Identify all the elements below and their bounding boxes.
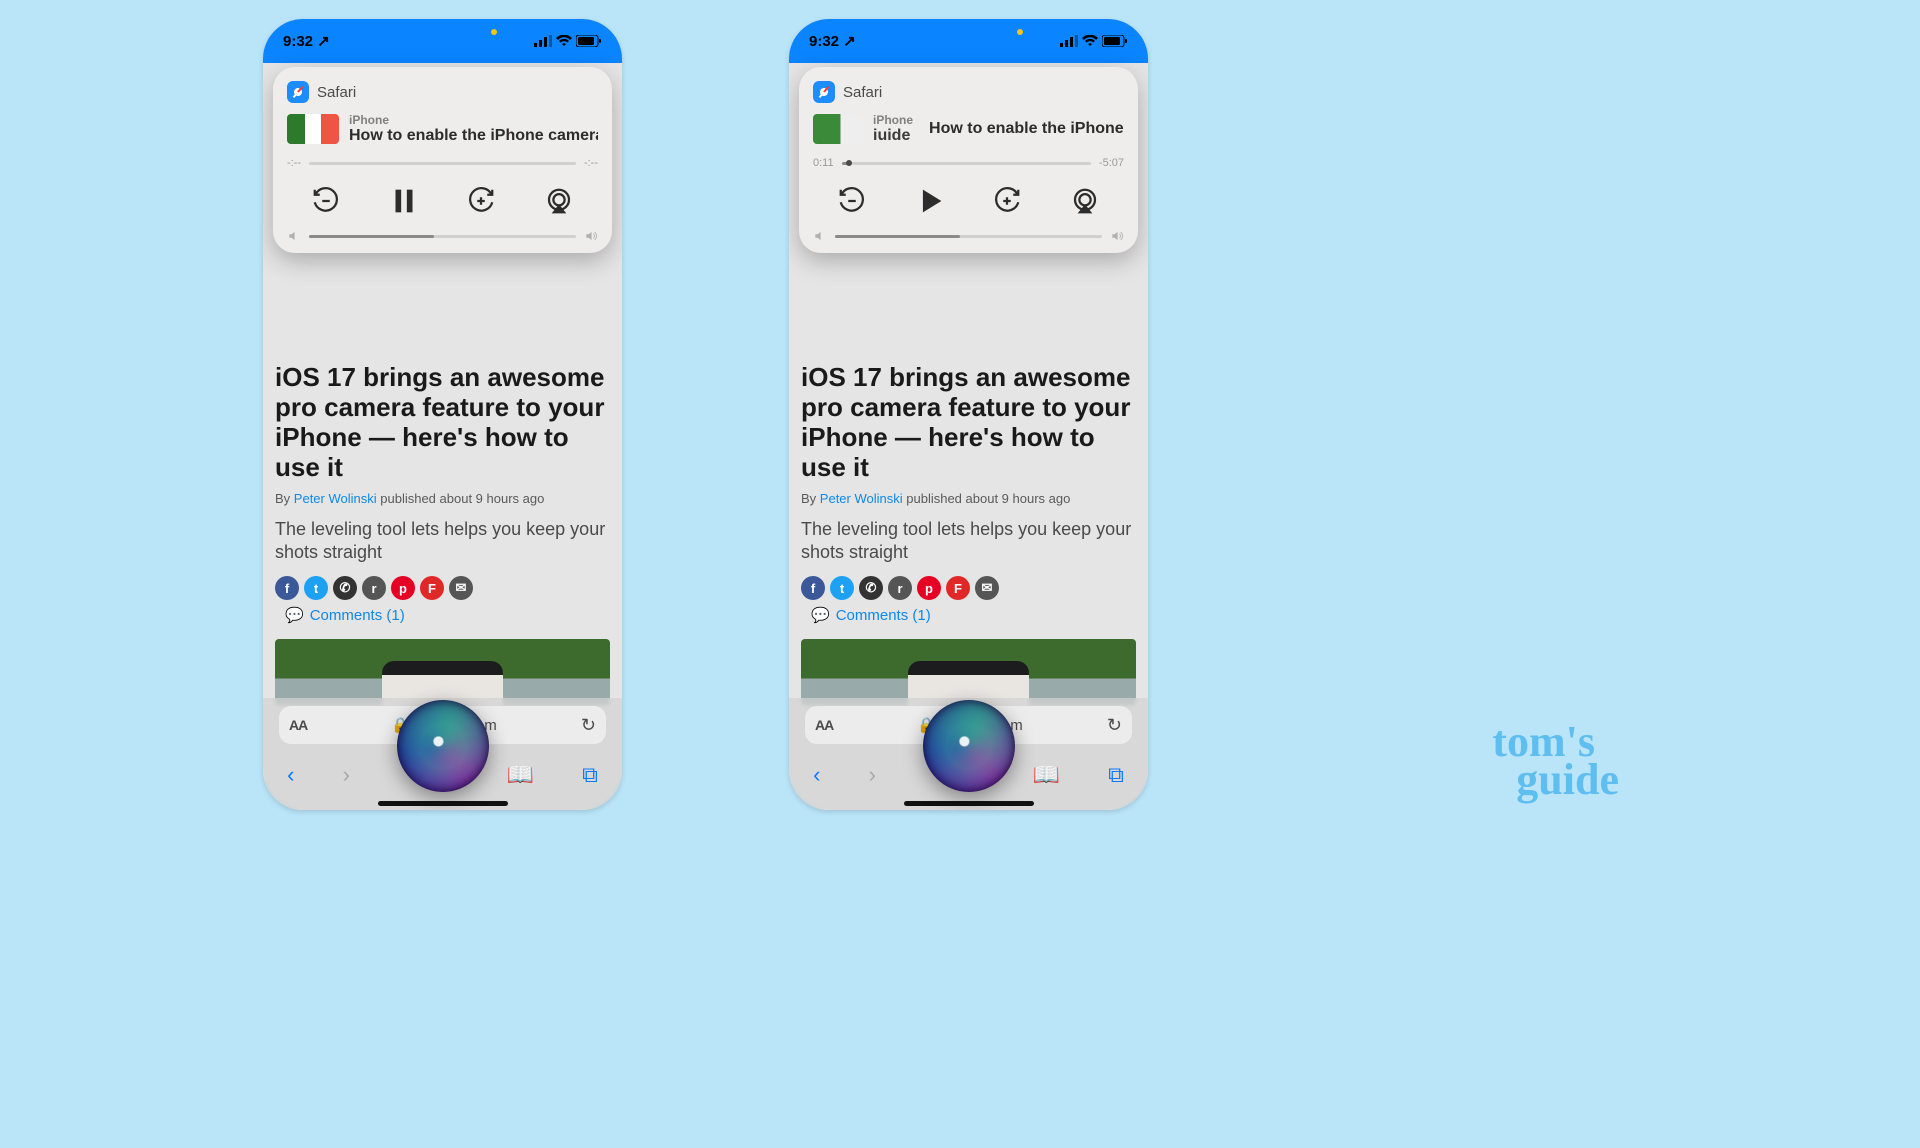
share-whatsapp-icon[interactable]: ✆ [333, 576, 357, 600]
wifi-icon [556, 35, 572, 47]
now-playing-title: How to enable the iPhone c [929, 120, 1124, 138]
nav-forward-button[interactable]: › [343, 762, 350, 788]
nav-back-button[interactable]: ‹ [287, 762, 294, 788]
status-icons [1060, 35, 1128, 47]
nav-back-button[interactable]: ‹ [813, 762, 820, 788]
article-headline: iOS 17 brings an awesome pro camera feat… [275, 363, 610, 483]
comments-link[interactable]: 💬 Comments (1) [811, 606, 931, 624]
speed-up-button[interactable] [989, 183, 1025, 219]
pause-button[interactable] [386, 183, 422, 219]
status-time: 9:32 ↗ [283, 32, 330, 50]
nav-forward-button[interactable]: › [869, 762, 876, 788]
share-email-icon[interactable]: ✉ [975, 576, 999, 600]
now-playing-title: How to enable the iPhone camera le [349, 127, 598, 145]
status-bar: 9:32 ↗ [789, 19, 1148, 63]
now-playing-site: iPhone [873, 113, 913, 127]
cellular-icon [1060, 35, 1078, 47]
scrubber[interactable]: 0:11 -5:07 [813, 157, 1124, 169]
wifi-icon [1082, 35, 1098, 47]
siri-orb-icon[interactable] [923, 700, 1015, 792]
play-button[interactable] [912, 183, 948, 219]
speed-down-button[interactable] [308, 183, 344, 219]
author-link[interactable]: Peter Wolinski [820, 491, 903, 506]
scrub-current: 0:11 [813, 157, 834, 169]
battery-icon [1102, 35, 1128, 47]
article-byline: By Peter Wolinski published about 9 hour… [275, 491, 610, 506]
status-icons [534, 35, 602, 47]
share-reddit-icon[interactable]: r [362, 576, 386, 600]
article-lede: The leveling tool lets helps you keep yo… [801, 518, 1136, 565]
article-lede: The leveling tool lets helps you keep yo… [275, 518, 610, 565]
author-link[interactable]: Peter Wolinski [294, 491, 377, 506]
now-playing-card[interactable]: Safari iPhone How to enable the iPhone c… [273, 67, 612, 253]
speed-up-button[interactable] [463, 183, 499, 219]
share-row: f t ✆ r p F ✉ [275, 576, 610, 600]
home-indicator[interactable] [904, 801, 1034, 806]
share-facebook-icon[interactable]: f [275, 576, 299, 600]
reader-aa-button[interactable]: AA [289, 717, 307, 733]
speed-down-button[interactable] [834, 183, 870, 219]
volume-high-icon [1110, 229, 1124, 243]
article-hero-image [801, 639, 1136, 705]
scrubber[interactable]: -:-- -:-- [287, 157, 598, 169]
now-playing-app: Safari [317, 84, 356, 101]
bookmarks-button[interactable]: 📖 [506, 762, 533, 788]
cellular-icon [534, 35, 552, 47]
mic-indicator-icon [491, 29, 497, 35]
now-playing-card[interactable]: Safari iPhone iuide How to enable the iP… [799, 67, 1138, 253]
article-hero-image [275, 639, 610, 705]
mic-indicator-icon [1017, 29, 1023, 35]
scrub-remaining: -5:07 [1099, 157, 1124, 169]
volume-high-icon [584, 229, 598, 243]
volume-fill-left [309, 235, 434, 238]
share-twitter-icon[interactable]: t [830, 576, 854, 600]
volume-slider[interactable] [813, 229, 1124, 243]
bookmarks-button[interactable]: 📖 [1032, 762, 1059, 788]
article-headline: iOS 17 brings an awesome pro camera feat… [801, 363, 1136, 483]
share-flipboard-icon[interactable]: F [420, 576, 444, 600]
article-byline: By Peter Wolinski published about 9 hour… [801, 491, 1136, 506]
volume-low-icon [287, 229, 301, 243]
phone-screenshot-right: 9:32 ↗ iOS 17 brings an awesome pro came… [789, 19, 1148, 810]
share-reddit-icon[interactable]: r [888, 576, 912, 600]
volume-fill-right [835, 235, 960, 238]
scrub-current: -:-- [287, 157, 301, 169]
share-email-icon[interactable]: ✉ [449, 576, 473, 600]
siri-orb-icon[interactable] [397, 700, 489, 792]
now-playing-site: iPhone [349, 113, 598, 127]
status-time: 9:32 ↗ [809, 32, 856, 50]
airplay-button[interactable] [541, 183, 577, 219]
share-whatsapp-icon[interactable]: ✆ [859, 576, 883, 600]
scrub-remaining: -:-- [584, 157, 598, 169]
now-playing-artwork [287, 114, 339, 144]
share-pinterest-icon[interactable]: p [917, 576, 941, 600]
status-bar: 9:32 ↗ [263, 19, 622, 63]
share-twitter-icon[interactable]: t [304, 576, 328, 600]
now-playing-brand: iuide [873, 127, 913, 145]
tabs-button[interactable]: ⧉ [582, 762, 598, 788]
volume-slider[interactable] [287, 229, 598, 243]
safari-icon [813, 81, 835, 103]
reload-button[interactable]: ↻ [581, 715, 596, 736]
reader-aa-button[interactable]: AA [815, 717, 833, 733]
battery-icon [576, 35, 602, 47]
phone-screenshot-left: 9:32 ↗ iOS 17 brings an awesome pro came… [263, 19, 622, 810]
volume-low-icon [813, 229, 827, 243]
tabs-button[interactable]: ⧉ [1108, 762, 1124, 788]
watermark: tom'sguide [1492, 723, 1619, 798]
share-flipboard-icon[interactable]: F [946, 576, 970, 600]
share-row: f t ✆ r p F ✉ [801, 576, 1136, 600]
comments-link[interactable]: 💬 Comments (1) [285, 606, 405, 624]
now-playing-app: Safari [843, 84, 882, 101]
now-playing-artwork [813, 114, 863, 144]
share-facebook-icon[interactable]: f [801, 576, 825, 600]
reload-button[interactable]: ↻ [1107, 715, 1122, 736]
airplay-button[interactable] [1067, 183, 1103, 219]
safari-icon [287, 81, 309, 103]
home-indicator[interactable] [378, 801, 508, 806]
share-pinterest-icon[interactable]: p [391, 576, 415, 600]
